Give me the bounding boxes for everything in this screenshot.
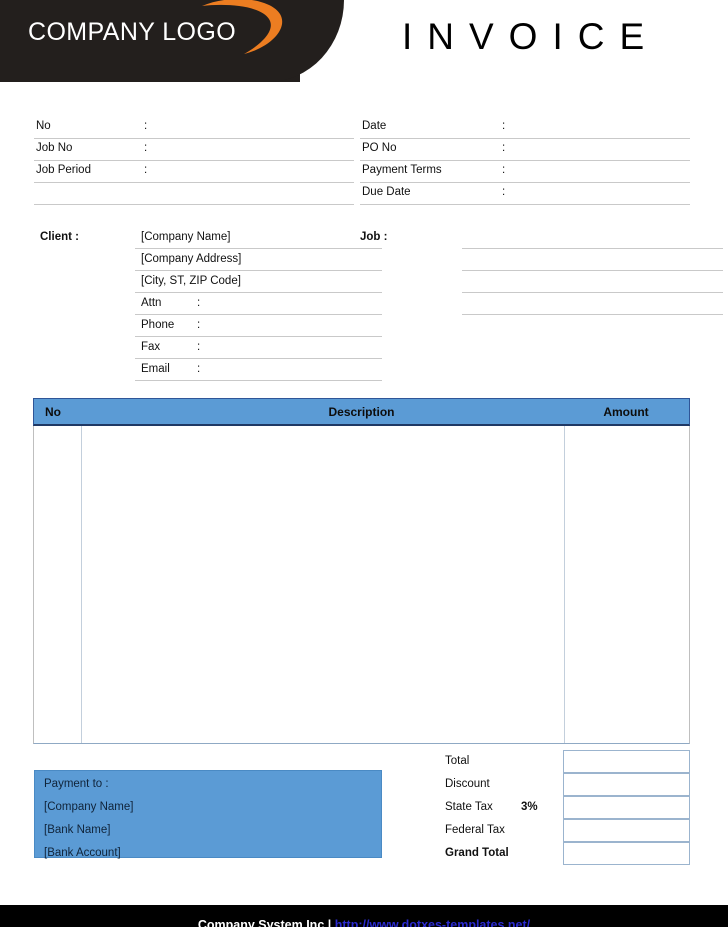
- meta-colon: :: [502, 186, 506, 198]
- meta-row: Job No : PO No :: [34, 139, 690, 161]
- totals-value-box-total[interactable]: [563, 750, 690, 773]
- client-phone-field[interactable]: Phone :: [135, 315, 382, 337]
- totals-section: Total Discount State Tax 3% Federal Tax …: [435, 750, 690, 865]
- column-divider-no: [81, 426, 82, 743]
- job-line-field[interactable]: [462, 271, 723, 293]
- meta-label: Date: [362, 120, 387, 132]
- meta-label: Due Date: [362, 186, 411, 198]
- meta-colon: :: [144, 142, 148, 154]
- meta-field-no[interactable]: No :: [34, 117, 354, 139]
- meta-label: Job Period: [36, 164, 91, 176]
- meta-colon: :: [144, 164, 148, 176]
- client-attn-field[interactable]: Attn :: [135, 293, 382, 315]
- meta-field-payment-terms[interactable]: Payment Terms :: [360, 161, 690, 183]
- job-line-field[interactable]: [462, 249, 723, 271]
- client-fax-colon: :: [197, 341, 201, 353]
- client-label: Client :: [40, 231, 79, 243]
- client-fax-label: Fax: [141, 341, 161, 353]
- client-city-zip-field[interactable]: [City, ST, ZIP Code]: [135, 271, 382, 293]
- orange-swoosh-icon: [202, 0, 282, 54]
- totals-row-discount: Discount: [435, 773, 690, 796]
- payment-details-box: Payment to : [Company Name] [Bank Name] …: [34, 770, 382, 859]
- totals-row-total: Total: [435, 750, 690, 773]
- line-items-table: No Description Amount: [33, 398, 690, 744]
- totals-label-federal-tax: Federal Tax: [445, 824, 505, 836]
- totals-label-total: Total: [445, 755, 470, 767]
- meta-field-blank: [34, 183, 354, 205]
- footer-separator: |: [327, 918, 332, 927]
- meta-field-date[interactable]: Date :: [360, 117, 690, 139]
- client-company-address-field[interactable]: [Company Address]: [135, 249, 382, 271]
- meta-colon: :: [502, 120, 506, 132]
- client-fax-field[interactable]: Fax :: [135, 337, 382, 359]
- totals-value-box-grand-total[interactable]: [563, 842, 690, 865]
- client-fields: [Company Name] [Company Address] [City, …: [135, 227, 382, 381]
- totals-value-box-discount[interactable]: [563, 773, 690, 796]
- meta-label: PO No: [362, 142, 397, 154]
- client-attn-colon: :: [197, 297, 201, 309]
- client-company-address-placeholder: [Company Address]: [141, 253, 242, 265]
- line-items-header-row: No Description Amount: [33, 398, 690, 426]
- payment-bank-account[interactable]: [Bank Account]: [44, 847, 121, 859]
- job-line-field[interactable]: [462, 227, 723, 249]
- payment-company-name[interactable]: [Company Name]: [44, 801, 133, 813]
- client-phone-label: Phone: [141, 319, 175, 331]
- totals-row-grand-total: Grand Total: [435, 842, 690, 865]
- client-city-zip-placeholder: [City, ST, ZIP Code]: [141, 275, 241, 287]
- meta-field-po-no[interactable]: PO No :: [360, 139, 690, 161]
- client-email-colon: :: [197, 363, 201, 375]
- column-header-amount: Amount: [603, 405, 649, 419]
- footer-company-name: Company System Inc: [197, 918, 325, 927]
- client-company-name-placeholder: [Company Name]: [141, 231, 231, 243]
- meta-row: Job Period : Payment Terms :: [34, 161, 690, 183]
- line-items-body[interactable]: [33, 426, 690, 744]
- client-attn-label: Attn: [141, 297, 162, 309]
- totals-value-box-federal-tax[interactable]: [563, 819, 690, 842]
- page-title: INVOICE: [402, 16, 660, 57]
- client-email-field[interactable]: Email :: [135, 359, 382, 381]
- client-company-name-field[interactable]: [Company Name]: [135, 227, 382, 249]
- client-phone-colon: :: [197, 319, 201, 331]
- meta-label: Payment Terms: [362, 164, 442, 176]
- totals-label-state-tax: State Tax: [445, 801, 493, 813]
- invoice-meta-section: No : Date : Job No : PO No : Job Period …: [34, 117, 690, 205]
- meta-label: Job No: [36, 142, 73, 154]
- column-divider-amount: [564, 426, 565, 743]
- page-footer: Company System Inc | http://www.dotxes-t…: [0, 905, 728, 927]
- client-email-label: Email: [141, 363, 170, 375]
- meta-colon: :: [502, 164, 506, 176]
- totals-row-federal-tax: Federal Tax: [435, 819, 690, 842]
- job-line-field[interactable]: [462, 293, 723, 315]
- job-fields: [462, 227, 723, 315]
- footer-content: Company System Inc | http://www.dotxes-t…: [0, 918, 728, 927]
- payment-to-heading: Payment to :: [44, 778, 109, 790]
- totals-pct-state-tax: 3%: [521, 801, 538, 813]
- meta-colon: :: [502, 142, 506, 154]
- meta-colon: :: [144, 120, 148, 132]
- meta-field-job-no[interactable]: Job No :: [34, 139, 354, 161]
- meta-field-job-period[interactable]: Job Period :: [34, 161, 354, 183]
- totals-value-box-state-tax[interactable]: [563, 796, 690, 819]
- meta-label: No: [36, 120, 51, 132]
- meta-row: Due Date :: [34, 183, 690, 205]
- totals-row-state-tax: State Tax 3%: [435, 796, 690, 819]
- page-header: COMPANY LOGO INVOICE: [0, 0, 728, 82]
- meta-field-due-date[interactable]: Due Date :: [360, 183, 690, 205]
- totals-label-discount: Discount: [445, 778, 490, 790]
- footer-website-link[interactable]: http://www.dotxes-templates.net/: [335, 918, 530, 927]
- payment-bank-name[interactable]: [Bank Name]: [44, 824, 110, 836]
- meta-row: No : Date :: [34, 117, 690, 139]
- totals-label-grand-total: Grand Total: [445, 847, 509, 859]
